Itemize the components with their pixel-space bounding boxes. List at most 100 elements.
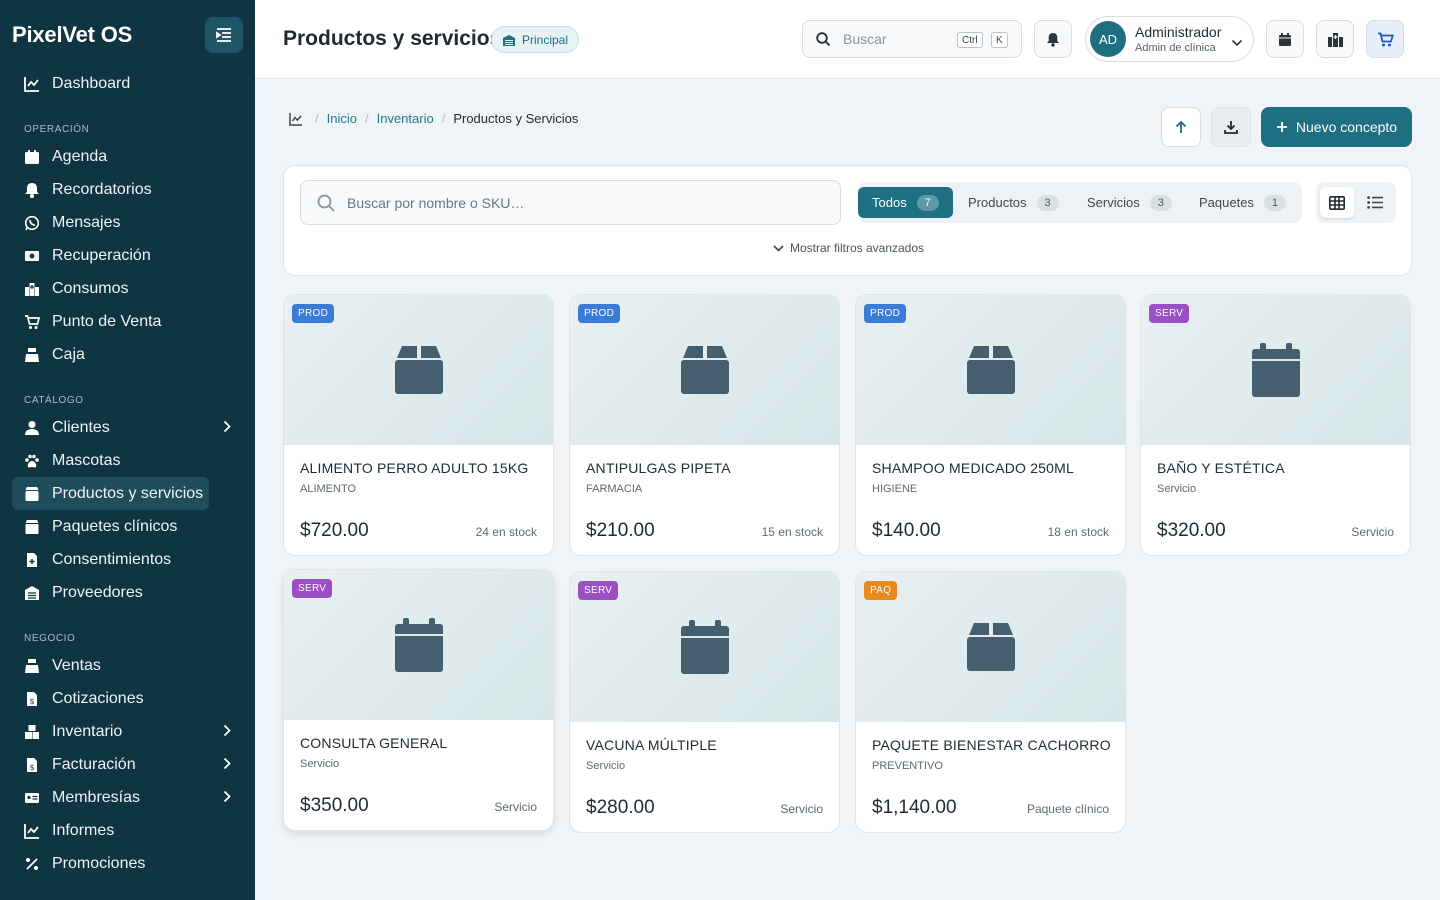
breadcrumb-separator: /	[364, 111, 369, 126]
sidebar-item-mensajes[interactable]: Mensajes	[12, 206, 243, 239]
collapse-menu-icon	[216, 28, 231, 42]
product-stock: Servicio	[780, 802, 823, 816]
sidebar-item-recuperacion[interactable]: Recuperación	[12, 239, 243, 272]
search-icon	[317, 194, 335, 212]
export-button[interactable]	[1211, 107, 1251, 147]
paw-icon	[24, 453, 40, 469]
breadcrumb-link-inicio[interactable]: Inicio	[327, 111, 357, 126]
product-category: Servicio	[300, 758, 340, 770]
breadcrumb-link-inventario[interactable]: Inventario	[377, 111, 434, 126]
sidebar-item-cotizaciones[interactable]: $ Cotizaciones	[12, 682, 243, 715]
tab-servicios[interactable]: Servicios 3	[1073, 187, 1186, 218]
tab-count: 1	[1263, 194, 1286, 211]
new-concept-button[interactable]: Nuevo concepto	[1261, 107, 1412, 147]
product-card[interactable]: PAQ PAQUETE BIENESTAR CACHORRO PREVENTIV…	[855, 571, 1126, 833]
bell-icon	[1047, 32, 1059, 47]
sidebar-item-membresias[interactable]: Membresías	[12, 781, 243, 814]
file-invoice-dollar-icon: $	[24, 691, 40, 707]
brand-logo[interactable]: PixelVet OS	[12, 22, 132, 48]
sidebar-item-recordatorios[interactable]: Recordatorios	[12, 173, 243, 206]
notifications-button[interactable]	[1034, 20, 1072, 58]
type-badge: PAQ	[864, 581, 898, 600]
user-icon	[24, 420, 40, 436]
product-category: HIGIENE	[872, 483, 918, 495]
product-price: $210.00	[586, 520, 655, 541]
list-view-button[interactable]	[1358, 187, 1392, 218]
global-search-input[interactable]: Buscar Ctrl K	[802, 20, 1022, 58]
sidebar-item-proveedores[interactable]: Proveedores	[12, 576, 243, 609]
breadcrumb-separator: /	[315, 111, 319, 126]
product-card[interactable]: SERV VACUNA MÚLTIPLE Servicio $280.00 Se…	[569, 571, 840, 833]
sidebar-item-label: Cotizaciones	[52, 689, 144, 707]
catalog-search-input[interactable]: Buscar por nombre o SKU…	[300, 180, 841, 225]
type-badge: PROD	[578, 304, 621, 323]
calendar-icon	[394, 618, 443, 672]
top-header: Productos y servicios Principal Buscar C…	[255, 0, 1440, 79]
sidebar-item-label: Agenda	[52, 147, 108, 165]
sidebar-item-caja[interactable]: Caja	[12, 338, 243, 371]
grid-view-button[interactable]	[1320, 187, 1354, 218]
tab-todos[interactable]: Todos 7	[858, 187, 953, 218]
sidebar-item-paquetes-clinicos[interactable]: Paquetes clínicos	[12, 510, 243, 543]
tab-label: Paquetes	[1199, 195, 1254, 210]
collapse-sidebar-button[interactable]	[205, 17, 243, 53]
sidebar-item-consentimientos[interactable]: Consentimientos	[12, 543, 243, 576]
sidebar-item-dashboard[interactable]: Dashboard	[12, 67, 243, 100]
sidebar-item-label: Membresías	[52, 788, 141, 806]
clinics-button[interactable]	[1316, 20, 1354, 58]
scope-badge[interactable]: Principal	[491, 26, 580, 53]
sidebar-item-informes[interactable]: Informes	[12, 814, 243, 847]
sidebar-item-inventario[interactable]: Inventario	[12, 715, 243, 748]
chevron-right-icon	[223, 420, 231, 438]
product-card[interactable]: SERV BAÑO Y ESTÉTICA Servicio $320.00 Se…	[1140, 294, 1411, 556]
sidebar-item-punto-de-venta[interactable]: Punto de Venta	[12, 305, 243, 338]
product-card[interactable]: PROD SHAMPOO MEDICADO 250ML HIGIENE $140…	[855, 294, 1126, 556]
sidebar-item-label: Dashboard	[52, 74, 131, 92]
sidebar-item-clientes[interactable]: Clientes	[12, 411, 243, 444]
sidebar-item-promociones[interactable]: Promociones	[12, 847, 243, 880]
breadcrumb-separator: /	[441, 111, 446, 126]
product-name: ALIMENTO PERRO ADULTO 15KG	[300, 460, 529, 476]
box-icon	[24, 519, 40, 535]
sidebar-item-mascotas[interactable]: Mascotas	[12, 444, 243, 477]
product-category: Servicio	[1157, 483, 1197, 495]
product-card[interactable]: PROD ANTIPULGAS PIPETA FARMACIA $210.00 …	[569, 294, 840, 556]
product-stock: 18 en stock	[1047, 525, 1109, 539]
sidebar-item-productos-y-servicios[interactable]: Productos y servicios	[12, 477, 209, 510]
sidebar-item-label: Facturación	[52, 755, 136, 773]
sidebar-item-label: Consumos	[52, 279, 129, 297]
user-menu[interactable]: AD Administrador Admin de clínica	[1085, 16, 1254, 62]
grid-icon	[1329, 195, 1345, 210]
tab-count: 3	[1036, 194, 1059, 211]
tab-paquetes[interactable]: Paquetes 1	[1185, 187, 1300, 218]
svg-text:$: $	[29, 697, 34, 706]
tab-label: Todos	[872, 195, 907, 210]
calendar-icon	[680, 620, 729, 674]
search-icon	[816, 31, 831, 46]
sidebar-item-agenda[interactable]: Agenda	[12, 140, 243, 173]
sidebar-section-title: CATÁLOGO	[24, 395, 84, 406]
sidebar-nav: Dashboard OPERACIÓN Agenda Recordatorios…	[12, 67, 243, 880]
file-invoice-dollar-icon: $	[24, 757, 40, 773]
calendar-button[interactable]	[1266, 20, 1304, 58]
sidebar-item-label: Proveedores	[52, 583, 143, 601]
sidebar-item-ventas[interactable]: Ventas	[12, 649, 243, 682]
cart-button[interactable]	[1366, 20, 1404, 58]
percent-icon	[24, 856, 40, 872]
sidebar-item-label: Recuperación	[52, 246, 151, 264]
calendar-icon	[1251, 343, 1300, 397]
list-icon	[1367, 196, 1383, 209]
sidebar-item-label: Ventas	[52, 656, 101, 674]
product-card[interactable]: SERV CONSULTA GENERAL Servicio $350.00 S…	[283, 569, 554, 831]
product-card[interactable]: PROD ALIMENTO PERRO ADULTO 15KG ALIMENTO…	[283, 294, 554, 556]
product-price: $720.00	[300, 520, 369, 541]
tab-productos[interactable]: Productos 3	[954, 187, 1073, 218]
sidebar-item-consumos[interactable]: Consumos	[12, 272, 243, 305]
advanced-filters-toggle[interactable]: Mostrar filtros avanzados	[284, 241, 1413, 255]
import-button[interactable]	[1161, 107, 1201, 147]
cart-icon	[1377, 32, 1394, 46]
sidebar-item-label: Punto de Venta	[52, 312, 162, 330]
chart-line-icon	[24, 823, 40, 839]
sidebar-item-facturacion[interactable]: $ Facturación	[12, 748, 243, 781]
chart-line-icon	[24, 76, 40, 92]
